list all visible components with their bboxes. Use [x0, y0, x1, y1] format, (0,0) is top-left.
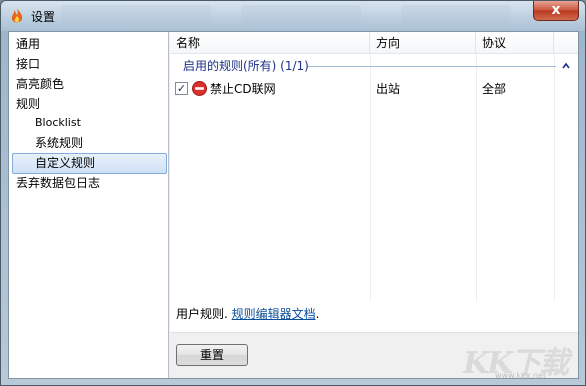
flame-icon [11, 8, 23, 23]
column-header-direction[interactable]: 方向 [370, 32, 476, 54]
rule-enabled-checkbox[interactable]: ✓ [175, 82, 188, 95]
chevron-up-icon[interactable] [561, 61, 571, 71]
rule-editor-docs-link[interactable]: 规则编辑器文档 [232, 307, 316, 321]
nav-item-highlight-colors[interactable]: 高亮颜色 [16, 74, 64, 94]
title-blur [241, 5, 361, 23]
footer-text: 用户规则. [176, 307, 232, 321]
column-header-name[interactable]: 名称 [170, 32, 370, 54]
block-icon [192, 81, 207, 96]
client-area: 通用 接口 高亮颜色 规则 Blocklist 系统规则 自定义规则 丢弃数据包… [8, 31, 579, 379]
column-header-protocol[interactable]: 协议 [476, 32, 554, 54]
close-button[interactable]: x [533, 1, 579, 21]
column-header-filler [554, 32, 578, 54]
group-divider-line [308, 66, 556, 67]
nav-item-custom-rules[interactable]: 自定义规则 [35, 153, 95, 173]
nav-item-dropped-packets-log[interactable]: 丢弃数据包日志 [16, 173, 100, 193]
settings-window: 设置 x 通用 接口 高亮颜色 规则 Blocklist 系统规则 自定义规则 … [0, 0, 586, 386]
nav-item-interface[interactable]: 接口 [16, 54, 40, 74]
reset-button[interactable]: 重置 [176, 344, 248, 366]
title-blur [61, 5, 211, 23]
nav-item-system-rules[interactable]: 系统规则 [35, 133, 83, 153]
column-divider [554, 54, 555, 302]
window-title: 设置 [31, 10, 56, 24]
column-divider [476, 54, 477, 302]
nav-item-blocklist[interactable]: Blocklist [35, 113, 81, 133]
nav-item-rules[interactable]: 规则 [16, 94, 40, 114]
rules-panel: 名称 方向 协议 启用的规则(所有) (1/1) ✓ 禁止CD联网 出站 全部 … [170, 32, 578, 378]
footer-suffix: . [315, 307, 320, 321]
title-bar[interactable]: 设置 x [1, 1, 585, 31]
column-divider [370, 54, 371, 302]
nav-item-general[interactable]: 通用 [16, 34, 40, 54]
rule-name[interactable]: 禁止CD联网 [210, 79, 276, 99]
group-header-enabled-rules[interactable]: 启用的规则(所有) (1/1) [183, 57, 309, 75]
watermark-url: www.kkx.net [495, 371, 547, 380]
settings-nav: 通用 接口 高亮颜色 规则 Blocklist 系统规则 自定义规则 丢弃数据包… [9, 32, 169, 378]
footer-note: 用户规则. 规则编辑器文档. [176, 304, 319, 324]
rule-direction: 出站 [376, 82, 401, 96]
rule-protocol: 全部 [482, 82, 507, 96]
title-blur [401, 5, 511, 23]
